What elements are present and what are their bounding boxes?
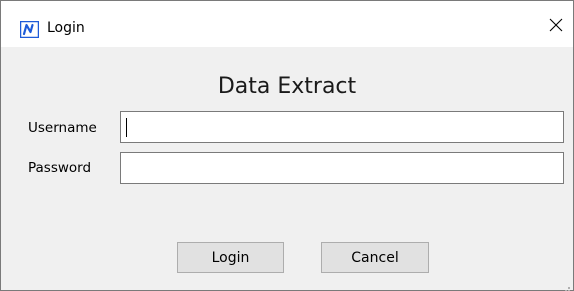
app-logo-icon xyxy=(19,20,40,39)
window-title: Login xyxy=(47,20,85,36)
login-window: Login Data Extract Username Password Log… xyxy=(0,0,574,291)
username-field[interactable] xyxy=(120,111,564,143)
close-button[interactable] xyxy=(542,13,570,41)
resize-grip-icon[interactable] xyxy=(561,278,571,291)
cancel-button[interactable]: Cancel xyxy=(321,242,429,273)
username-label: Username xyxy=(28,120,97,136)
close-icon xyxy=(548,17,564,37)
password-field[interactable] xyxy=(120,152,564,184)
form-heading: Data Extract xyxy=(217,74,357,99)
password-label: Password xyxy=(28,160,92,176)
login-button[interactable]: Login xyxy=(177,242,284,273)
title-bar: Login xyxy=(1,1,573,47)
text-caret xyxy=(126,118,127,137)
